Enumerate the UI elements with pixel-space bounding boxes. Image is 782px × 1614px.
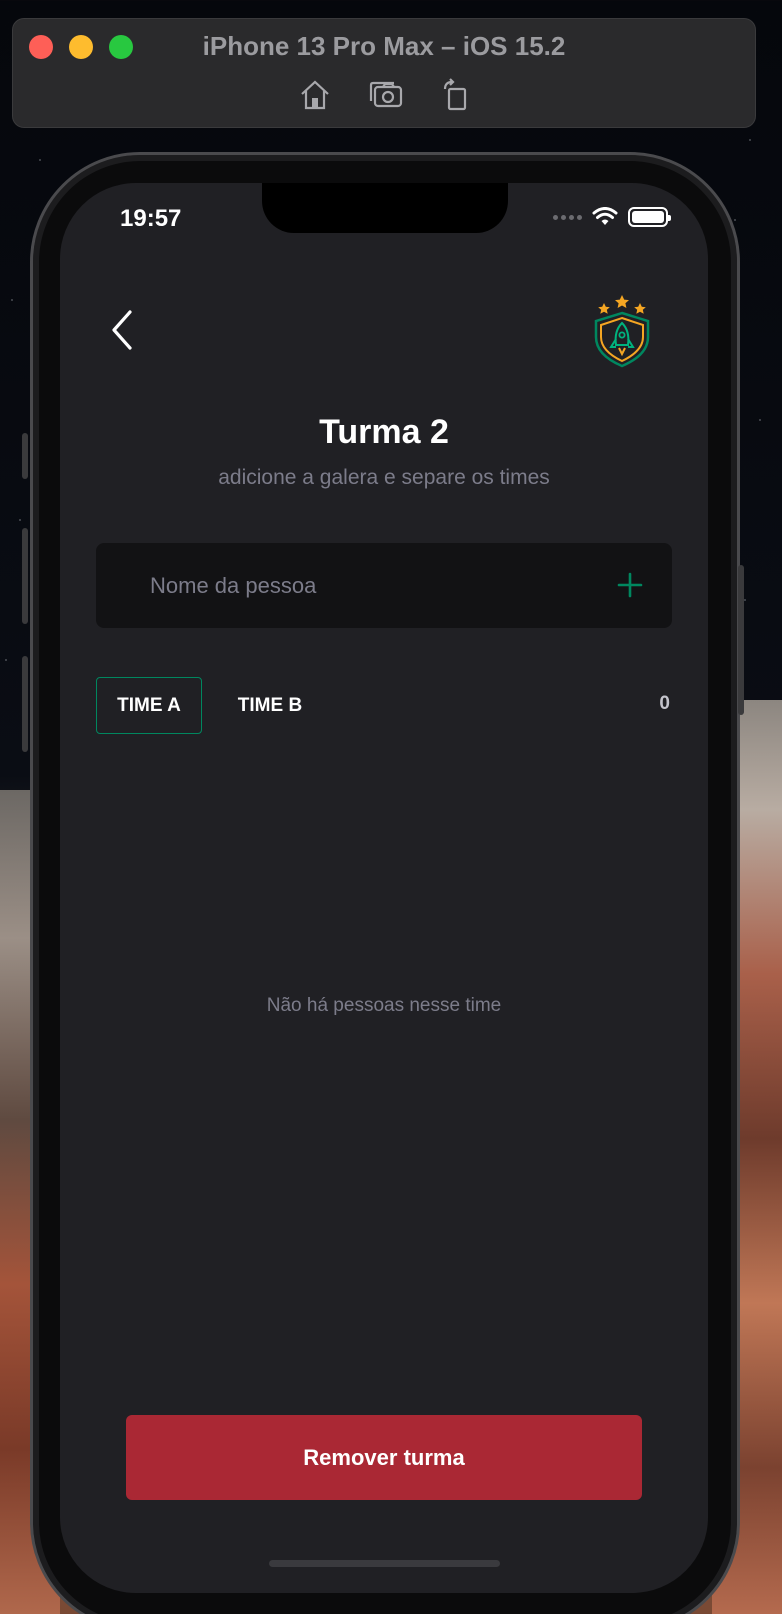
status-time: 19:57 xyxy=(120,205,182,232)
simulator-toolbar: iPhone 13 Pro Max – iOS 15.2 xyxy=(12,18,756,128)
chevron-left-icon xyxy=(112,310,132,350)
player-count: 0 xyxy=(659,693,670,714)
tab-time-a[interactable]: TIME A xyxy=(96,677,202,734)
shield-rocket-logo-icon xyxy=(590,291,654,369)
volume-down-button xyxy=(22,656,28,752)
group-subtitle: adicione a galera e separe os times xyxy=(218,466,550,489)
home-indicator[interactable] xyxy=(269,1560,500,1567)
remove-group-button[interactable]: Remover turma xyxy=(126,1415,642,1500)
person-name-input[interactable] xyxy=(150,543,590,628)
status-icons xyxy=(553,207,671,227)
rotate-icon[interactable] xyxy=(437,77,473,113)
wifi-icon xyxy=(592,207,618,225)
phone-notch xyxy=(262,183,508,233)
back-button[interactable] xyxy=(108,308,138,352)
person-input-container xyxy=(96,543,672,628)
screenshot-icon[interactable] xyxy=(368,77,404,113)
home-icon[interactable] xyxy=(297,77,333,113)
volume-up-button xyxy=(22,528,28,624)
add-person-button[interactable] xyxy=(616,571,644,599)
plus-icon xyxy=(617,572,643,598)
power-button xyxy=(738,565,744,715)
group-title: Turma 2 xyxy=(319,413,449,451)
simulator-title: iPhone 13 Pro Max – iOS 15.2 xyxy=(202,31,566,61)
tab-time-b[interactable]: TIME B xyxy=(230,677,310,734)
silent-switch xyxy=(22,433,28,479)
app-screen: 19:57 Turma 2 adicione a galera e separe… xyxy=(60,183,708,1593)
battery-icon xyxy=(628,207,671,227)
empty-list-message: Não há pessoas nesse time xyxy=(266,995,502,1016)
signal-icon xyxy=(553,214,582,220)
